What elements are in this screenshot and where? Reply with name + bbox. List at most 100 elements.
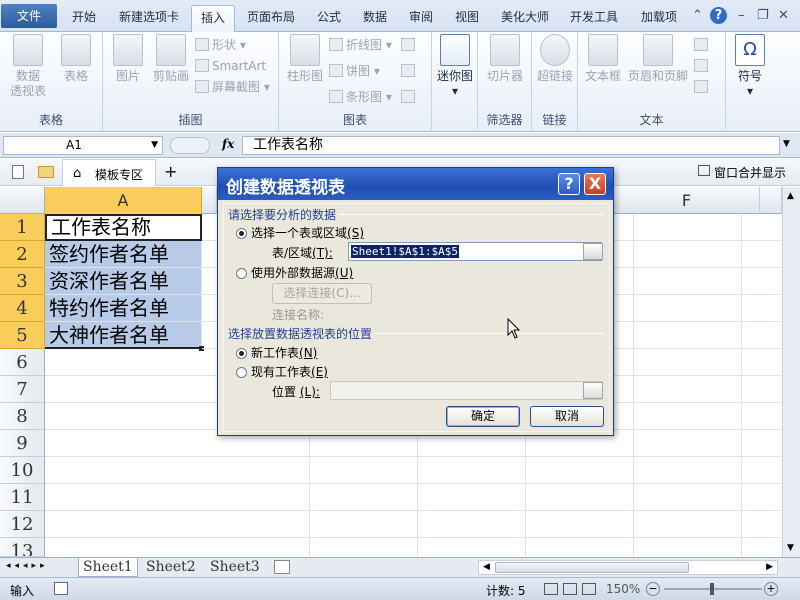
tab-addins[interactable]: 加载项 [632, 5, 686, 32]
formula-input[interactable]: 工作表名称 [242, 136, 780, 155]
tab-review[interactable]: 审阅 [400, 5, 442, 32]
scroll-up-icon[interactable]: ▲ [787, 191, 794, 201]
hyperlink-button[interactable]: 超链接 [534, 34, 576, 84]
vertical-scrollbar[interactable]: ▲ ▼ [782, 187, 800, 557]
radio-select-table[interactable]: 选择一个表或区域(S) [236, 224, 364, 241]
zoom-in-icon[interactable]: + [764, 582, 778, 596]
clipart-button[interactable]: 剪贴画 [149, 34, 193, 84]
line-chart-button[interactable]: 折线图 ▾ [329, 35, 392, 55]
help-button[interactable]: ? [558, 173, 580, 195]
wordart-icon[interactable] [694, 35, 711, 55]
picture-button[interactable]: 图片 [109, 34, 147, 84]
cell-a3[interactable]: 资深作者名单 [45, 268, 202, 295]
window-merge-button[interactable]: 窗口合并显示 [714, 164, 786, 181]
page-layout-view-icon[interactable] [563, 583, 577, 595]
sheet-tab-1[interactable]: Sheet1 [78, 558, 138, 577]
choose-connection-button[interactable]: 选择连接(C)... [272, 283, 372, 304]
ok-button[interactable]: 确定 [446, 406, 520, 427]
range-input[interactable]: Sheet1!$A$1:$A$5 [348, 242, 602, 261]
row-header[interactable]: 13 [0, 538, 45, 557]
scatter-chart-icon[interactable] [401, 61, 418, 81]
tab-insert[interactable]: 插入 [191, 5, 235, 32]
collapse-ribbon-icon[interactable]: ⌃ [692, 8, 703, 23]
row-header[interactable]: 9 [0, 430, 45, 457]
textbox-button[interactable]: 文本框 [580, 34, 626, 84]
smartart-button[interactable]: SmartArt [195, 56, 266, 76]
bar-chart-button[interactable]: 条形图 ▾ [329, 87, 392, 107]
tab-new-tab[interactable]: 新建选项卡 [110, 5, 188, 32]
slicer-button[interactable]: 切片器 [481, 34, 529, 84]
restore-icon[interactable]: ❐ [757, 8, 769, 23]
row-header[interactable]: 6 [0, 349, 45, 376]
expand-formula-icon[interactable]: ▼ [783, 139, 790, 149]
area-chart-icon[interactable] [401, 35, 418, 55]
template-zone-tab[interactable]: ⌂ 模板专区 [62, 159, 156, 186]
tab-page-layout[interactable]: 页面布局 [239, 5, 303, 32]
fx-icon[interactable]: fx [222, 137, 234, 151]
pivot-table-button[interactable]: 数据 透视表 [6, 34, 50, 99]
add-tab-button[interactable]: + [164, 162, 177, 181]
row-header[interactable]: 5 [0, 322, 45, 349]
tab-formulas[interactable]: 公式 [308, 5, 350, 32]
table-button[interactable]: 表格 [56, 34, 96, 84]
cell-a2[interactable]: 签约作者名单 [45, 241, 202, 268]
cell-a5[interactable]: 大神作者名单 [45, 322, 202, 349]
other-chart-icon[interactable] [401, 87, 418, 107]
row-header[interactable]: 3 [0, 268, 45, 295]
cell-a4[interactable]: 特约作者名单 [45, 295, 202, 322]
column-header-g[interactable] [760, 187, 782, 214]
sheet-tab-3[interactable]: Sheet3 [206, 558, 264, 577]
insert-sheet-icon[interactable] [274, 560, 290, 574]
folder-icon[interactable] [38, 166, 54, 178]
row-header[interactable]: 1 [0, 214, 45, 241]
row-header[interactable]: 12 [0, 511, 45, 538]
minimize-icon[interactable]: – [738, 8, 745, 23]
scroll-left-icon[interactable]: ◀ [483, 562, 490, 572]
tab-developer[interactable]: 开发工具 [562, 5, 626, 32]
radio-external-source[interactable]: 使用外部数据源(U) [236, 264, 353, 281]
zoom-out-icon[interactable]: − [646, 582, 660, 596]
range-picker-icon[interactable] [583, 243, 603, 260]
macro-record-icon[interactable] [54, 582, 68, 595]
column-chart-button[interactable]: 柱形图 [283, 34, 327, 84]
header-footer-button[interactable]: 页眉和页脚 [626, 34, 690, 84]
scroll-right-icon[interactable]: ▶ [766, 562, 773, 572]
close-window-icon[interactable]: ✕ [778, 8, 789, 23]
column-header-a[interactable]: A [45, 187, 202, 214]
page-break-view-icon[interactable] [582, 583, 596, 595]
tab-file[interactable]: 文件 [1, 4, 57, 28]
column-header-b[interactable] [202, 187, 217, 214]
row-header[interactable]: 2 [0, 241, 45, 268]
cancel-button[interactable]: 取消 [530, 406, 604, 427]
row-header[interactable]: 4 [0, 295, 45, 322]
symbol-button[interactable]: Ω 符号 ▾ [729, 34, 771, 99]
sheet-nav-icon[interactable]: ◂◂◂▸▸ [6, 561, 49, 571]
sheet-tab-2[interactable]: Sheet2 [142, 558, 200, 577]
help-icon[interactable]: ? [710, 7, 727, 24]
new-file-icon[interactable] [12, 165, 24, 179]
sparkline-button[interactable]: 迷你图 ▾ [434, 34, 476, 99]
normal-view-icon[interactable] [544, 583, 558, 595]
zoom-slider-thumb[interactable] [710, 583, 714, 595]
screenshot-button[interactable]: 屏幕截图 ▾ [195, 77, 270, 97]
scroll-thumb[interactable] [495, 562, 689, 573]
close-button[interactable]: X [584, 173, 606, 195]
tab-home[interactable]: 开始 [62, 5, 106, 32]
pie-chart-button[interactable]: 饼图 ▾ [329, 61, 380, 81]
object-icon[interactable] [694, 77, 711, 97]
row-header[interactable]: 8 [0, 403, 45, 430]
tab-beautify[interactable]: 美化大师 [493, 5, 557, 32]
select-all-corner[interactable] [0, 187, 45, 214]
horizontal-scrollbar[interactable]: ◀ ▶ [478, 560, 778, 575]
dialog-title-bar[interactable]: 创建数据透视表 ? X [218, 168, 613, 200]
shapes-button[interactable]: 形状 ▾ [195, 35, 246, 55]
tab-view[interactable]: 视图 [446, 5, 488, 32]
chevron-down-icon[interactable]: ▼ [151, 137, 158, 154]
column-header-f[interactable]: F [614, 187, 760, 214]
cell-a1[interactable]: 工作表名称 [45, 214, 202, 241]
row-header[interactable]: 7 [0, 376, 45, 403]
location-input[interactable] [330, 381, 602, 400]
row-header[interactable]: 11 [0, 484, 45, 511]
tab-data[interactable]: 数据 [354, 5, 396, 32]
name-box[interactable]: A1 ▼ [3, 136, 163, 155]
